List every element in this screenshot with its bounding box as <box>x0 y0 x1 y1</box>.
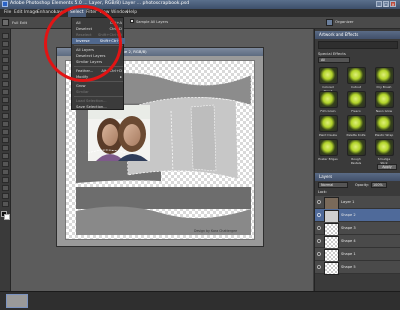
layer-row[interactable]: Shape 2 <box>315 209 400 223</box>
paint-bucket-tool-icon[interactable] <box>2 169 9 175</box>
spot-healing-tool-icon[interactable] <box>2 129 9 135</box>
shape-bottom-dark <box>76 187 251 209</box>
effect-thumb[interactable] <box>375 115 394 132</box>
effect-thumb[interactable] <box>375 139 394 156</box>
effect-thumb[interactable] <box>347 91 366 108</box>
eye-icon[interactable] <box>317 252 321 256</box>
eye-icon[interactable] <box>317 239 321 243</box>
effect-thumb[interactable] <box>319 139 338 156</box>
layer-thumbnail <box>324 262 339 275</box>
layers-header: Layers <box>315 173 400 181</box>
layer-name: Shape 5 <box>341 265 356 269</box>
sponge-tool-icon[interactable] <box>2 201 9 207</box>
lock-label: Lock: <box>318 190 327 194</box>
shape-panel <box>190 104 217 172</box>
layer-name: Shape 4 <box>341 239 356 243</box>
effect-thumb-label: Dry Brush <box>376 85 392 89</box>
eye-icon[interactable] <box>317 265 321 269</box>
panel-bin: Artwork and Effects Special Effects All … <box>314 29 400 291</box>
eyedropper-tool-icon[interactable] <box>2 57 9 63</box>
layer-row[interactable]: Shape 1 <box>315 248 400 262</box>
lasso-tool-icon[interactable] <box>2 73 9 79</box>
effect-thumb[interactable] <box>375 67 394 84</box>
special-effects-label: Special Effects <box>318 51 346 56</box>
project-bin <box>0 291 400 310</box>
create-label[interactable]: Full Edit <box>12 18 27 27</box>
minimize-icon[interactable]: _ <box>376 1 382 7</box>
effect-thumb[interactable] <box>319 115 338 132</box>
eye-icon[interactable] <box>317 226 321 230</box>
artwork-effects-header: Artwork and Effects <box>315 31 400 39</box>
layer-row[interactable]: Shape 3 <box>315 222 400 236</box>
straighten-tool-icon[interactable] <box>2 113 9 119</box>
organizer-button[interactable]: Organizer <box>335 17 354 27</box>
gradient-tool-icon[interactable] <box>2 177 9 183</box>
layer-row[interactable]: Shape 5 <box>315 261 400 275</box>
move-tool-icon[interactable] <box>2 33 9 39</box>
type-tool-icon[interactable] <box>2 89 9 95</box>
cookie-cutter-tool-icon[interactable] <box>2 105 9 111</box>
effect-thumb[interactable] <box>319 91 338 108</box>
crop-tool-icon[interactable] <box>2 97 9 103</box>
effects-category-select[interactable]: All <box>318 57 350 63</box>
effect-thumb-label: Film Grain <box>320 109 336 113</box>
effect-thumb-label: Fresco <box>351 109 361 113</box>
organizer-icon[interactable] <box>326 19 333 26</box>
sample-all-label: Sample All Layers <box>136 20 169 24</box>
menu-help[interactable]: Help <box>125 9 139 17</box>
window-title: Adobe Photoshop Elements 5.0 ... Layer, … <box>10 1 190 6</box>
opacity-label: Opacity: <box>355 183 369 187</box>
effect-thumb[interactable] <box>347 67 366 84</box>
layer-row[interactable]: Layer 1 <box>315 196 400 210</box>
effect-thumb[interactable] <box>347 139 366 156</box>
layer-name: Shape 2 <box>341 213 356 217</box>
background-color-swatch[interactable] <box>4 214 10 220</box>
eye-icon[interactable] <box>317 200 321 204</box>
close-icon[interactable]: × <box>390 1 396 7</box>
maximize-icon[interactable]: □ <box>383 1 389 7</box>
brush-tool-icon[interactable] <box>2 161 9 167</box>
hand-tool-icon[interactable] <box>2 49 9 55</box>
effects-tab-bar[interactable] <box>318 41 398 49</box>
effect-thumb-label: Cutout <box>350 85 362 89</box>
clone-stamp-tool-icon[interactable] <box>2 137 9 143</box>
layer-row[interactable]: Shape 4 <box>315 235 400 249</box>
annotation-circle <box>44 5 122 82</box>
title-bar: Adobe Photoshop Elements 5.0 ... Layer, … <box>0 0 400 9</box>
shape-tool-icon[interactable] <box>2 185 9 191</box>
effect-thumb-label: Poster Edges <box>318 157 338 161</box>
menu-separator <box>74 96 123 97</box>
layer-name: Shape 1 <box>341 252 356 256</box>
effect-thumb-label: Plastic Wrap <box>374 133 394 137</box>
project-thumbnail[interactable] <box>6 294 28 308</box>
effect-thumb[interactable] <box>319 67 338 84</box>
eraser-tool-icon[interactable] <box>2 145 9 151</box>
effect-thumb-label: Rough Pastels <box>350 157 362 165</box>
toolbox <box>0 29 11 291</box>
layer-name: Layer 1 <box>341 200 355 204</box>
effect-thumb-label: Neon Glow <box>375 109 393 113</box>
layer-name: Shape 3 <box>341 226 356 230</box>
menu-item-similar[interactable]: Similar <box>72 89 125 95</box>
zoom-tool-icon[interactable] <box>2 41 9 47</box>
effect-thumb[interactable] <box>347 115 366 132</box>
blend-mode-select[interactable]: Normal <box>318 182 348 188</box>
effect-thumb-label: Paint Daubs <box>319 133 337 137</box>
menu-item-save-selection[interactable]: Save Selection... <box>72 104 125 110</box>
sample-all-checkbox[interactable] <box>130 19 134 23</box>
pencil-tool-icon[interactable] <box>2 153 9 159</box>
eye-icon[interactable] <box>317 213 321 217</box>
red-eye-tool-icon[interactable] <box>2 121 9 127</box>
blur-tool-icon[interactable] <box>2 193 9 199</box>
magic-wand-tool-icon[interactable] <box>2 81 9 87</box>
marquee-tool-icon[interactable] <box>2 65 9 71</box>
tool-preset-icon[interactable] <box>2 19 9 26</box>
opacity-input[interactable]: 100% <box>371 182 387 188</box>
effect-thumb[interactable] <box>375 91 394 108</box>
effect-thumb-label: Palette Knife <box>346 133 366 137</box>
apply-button[interactable]: Apply <box>377 164 397 170</box>
app-icon <box>2 1 8 7</box>
credit-text: Design by Kara Chattergee <box>194 229 238 233</box>
photo-two-women <box>88 105 150 161</box>
